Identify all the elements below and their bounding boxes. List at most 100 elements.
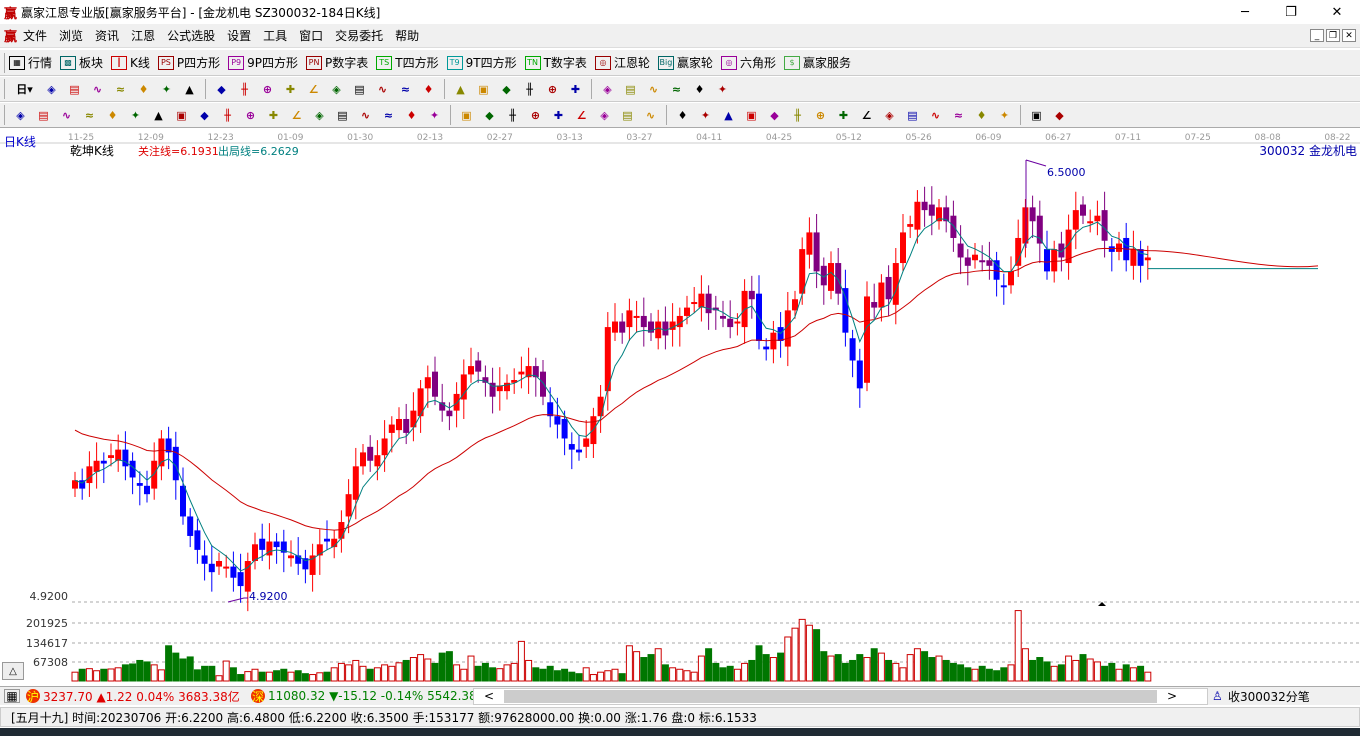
section-icon[interactable]: ⊕ <box>545 81 561 97</box>
scroll-left-button[interactable]: < <box>484 689 494 703</box>
j-icon[interactable]: ◈ <box>882 107 898 123</box>
grid2-icon[interactable]: ◈ <box>597 107 613 123</box>
notes-icon[interactable]: ▤ <box>67 81 83 97</box>
menu-item[interactable]: 设置 <box>227 27 251 44</box>
ball-icon[interactable]: ▣ <box>1029 107 1045 123</box>
gold-line-icon[interactable]: ╫ <box>790 107 806 123</box>
arrow-icon[interactable]: ⊕ <box>813 107 829 123</box>
scroll-right-button[interactable]: > <box>1167 689 1177 703</box>
toolbar-kline-button[interactable]: ┃ K线 <box>111 54 150 71</box>
circle-icon[interactable]: ▣ <box>174 107 190 123</box>
kline-chart[interactable]: 11-25 12-09 12-23 01-09 01-30 02-13 02-27 03-13… <box>0 128 1360 685</box>
toolbar-sector-button[interactable]: ▩ 板块 <box>60 54 103 71</box>
menu-item[interactable]: 资讯 <box>95 27 119 44</box>
toolbar-t9-button[interactable]: T9 9T四方形 <box>446 54 517 71</box>
last-icon[interactable]: ╫ <box>237 81 253 97</box>
zoom-in-icon[interactable]: ▤ <box>352 81 368 97</box>
grid3-icon[interactable]: ▤ <box>620 107 636 123</box>
calculator-icon[interactable]: ▤ <box>623 81 639 97</box>
first-icon[interactable]: ◆ <box>214 81 230 97</box>
menu-item[interactable]: 窗口 <box>299 27 323 44</box>
network-icon[interactable]: ♦ <box>692 81 708 97</box>
wave9-icon[interactable]: ≈ <box>113 81 129 97</box>
left-icon[interactable]: ⊕ <box>260 81 276 97</box>
close-button[interactable]: ✕ <box>1314 0 1360 24</box>
rocket-icon[interactable]: ▲ <box>151 107 167 123</box>
gold3-icon[interactable]: ∠ <box>859 107 875 123</box>
right-icon[interactable]: ✚ <box>283 81 299 97</box>
wave-line-icon[interactable]: ✚ <box>836 107 852 123</box>
sh-badge[interactable]: 沪 <box>26 689 40 704</box>
spiral-icon[interactable]: ✦ <box>128 107 144 123</box>
wave-icon[interactable]: ╫ <box>522 81 538 97</box>
gold-circle-icon[interactable]: ◆ <box>767 107 783 123</box>
lines-icon[interactable]: ◆ <box>197 107 213 123</box>
move-left-icon[interactable]: ∠ <box>306 81 322 97</box>
menu-item[interactable]: 工具 <box>263 27 287 44</box>
toolbar-p9-button[interactable]: P9 9P四方形 <box>228 54 298 71</box>
candle-style-icon[interactable]: ♦ <box>136 81 152 97</box>
toolbar-pn-button[interactable]: PN P数字表 <box>306 54 368 71</box>
pen-icon[interactable]: ◈ <box>13 107 29 123</box>
shen2-icon[interactable]: ≈ <box>951 107 967 123</box>
mdi-close-button[interactable]: ✕ <box>1342 29 1356 42</box>
wave3-icon[interactable]: ∿ <box>90 81 106 97</box>
parallel-icon[interactable]: ▤ <box>335 107 351 123</box>
export-icon[interactable]: ✦ <box>715 81 731 97</box>
toolbar-ts-button[interactable]: TS T四方形 <box>376 54 439 71</box>
menu-item[interactable]: 文件 <box>23 27 47 44</box>
toolbar-gann-wheel-button[interactable]: ◎ 江恩轮 <box>594 54 650 71</box>
tick-detail-link[interactable]: 收300032分笔 <box>1228 688 1310 705</box>
ying2-icon[interactable]: ♦ <box>974 107 990 123</box>
kline-select-icon[interactable]: ✦ <box>159 81 175 97</box>
fan3-icon[interactable]: ⊕ <box>528 107 544 123</box>
gold2-icon[interactable]: ≈ <box>82 107 98 123</box>
menu-item[interactable]: 公式选股 <box>167 27 215 44</box>
menu-item[interactable]: 浏览 <box>59 27 83 44</box>
flag-icon[interactable]: ▲ <box>182 81 198 97</box>
square-icon[interactable]: ◈ <box>312 107 328 123</box>
maximize-button[interactable]: ❐ <box>1268 0 1314 24</box>
menu-item[interactable]: 交易委托 <box>335 27 383 44</box>
collapse-button[interactable]: △ <box>2 662 24 680</box>
line-tool-icon[interactable]: ◆ <box>499 81 515 97</box>
target-icon[interactable]: ✚ <box>266 107 282 123</box>
toolbar-hexagon-button[interactable]: ◎ 六角形 <box>720 54 776 71</box>
mdi-restore-button[interactable]: ❐ <box>1326 29 1340 42</box>
scroll-thumb[interactable] <box>504 689 1157 703</box>
star-icon[interactable]: ∠ <box>289 107 305 123</box>
f-icon[interactable]: ▤ <box>905 107 921 123</box>
angle-icon[interactable]: ⊕ <box>243 107 259 123</box>
box-icon[interactable]: ▣ <box>459 107 475 123</box>
mdi-minimize-button[interactable]: _ <box>1310 29 1324 42</box>
menu-item[interactable]: 江恩 <box>131 27 155 44</box>
ruler-icon[interactable]: ♦ <box>404 107 420 123</box>
fit-icon[interactable]: ♦ <box>421 81 437 97</box>
gold-icon[interactable]: ∿ <box>59 107 75 123</box>
sz-badge[interactable]: 深 <box>251 689 265 704</box>
grid-icon[interactable]: ▤ <box>36 107 52 123</box>
toolbar-big-wheel-button[interactable]: Big 赢家轮 <box>657 54 713 71</box>
toolbar-ps-button[interactable]: PS P四方形 <box>157 54 220 71</box>
report-icon[interactable]: ∿ <box>646 81 662 97</box>
fib-icon[interactable]: ♦ <box>105 107 121 123</box>
percent-icon[interactable]: ▲ <box>721 107 737 123</box>
minimize-button[interactable]: ─ <box>1222 0 1268 24</box>
period-dropdown[interactable]: 日 ▾ <box>13 81 37 97</box>
shen-icon[interactable]: ∿ <box>358 107 374 123</box>
move-right-icon[interactable]: ◈ <box>329 81 345 97</box>
fan2-icon[interactable]: ╫ <box>505 107 521 123</box>
percent-line-icon[interactable]: ▣ <box>744 107 760 123</box>
toolbar-dollar-button[interactable]: $ 赢家服务 <box>783 54 851 71</box>
infinity-icon[interactable]: ◆ <box>1052 107 1068 123</box>
box2-icon[interactable]: ✦ <box>997 107 1013 123</box>
hand-icon[interactable]: ▲ <box>453 81 469 97</box>
toolbar-tn-button[interactable]: TN T数字表 <box>524 54 587 71</box>
trend-icon[interactable]: ✚ <box>568 81 584 97</box>
expand-icon[interactable]: ≈ <box>398 81 414 97</box>
toolbar-quote-table-button[interactable]: ▦ 行情 <box>9 54 52 71</box>
fan-icon[interactable]: ◆ <box>482 107 498 123</box>
quote-table-icon[interactable]: ▦ <box>4 689 20 703</box>
save-icon[interactable]: ≈ <box>669 81 685 97</box>
zoom-out-icon[interactable]: ∿ <box>375 81 391 97</box>
